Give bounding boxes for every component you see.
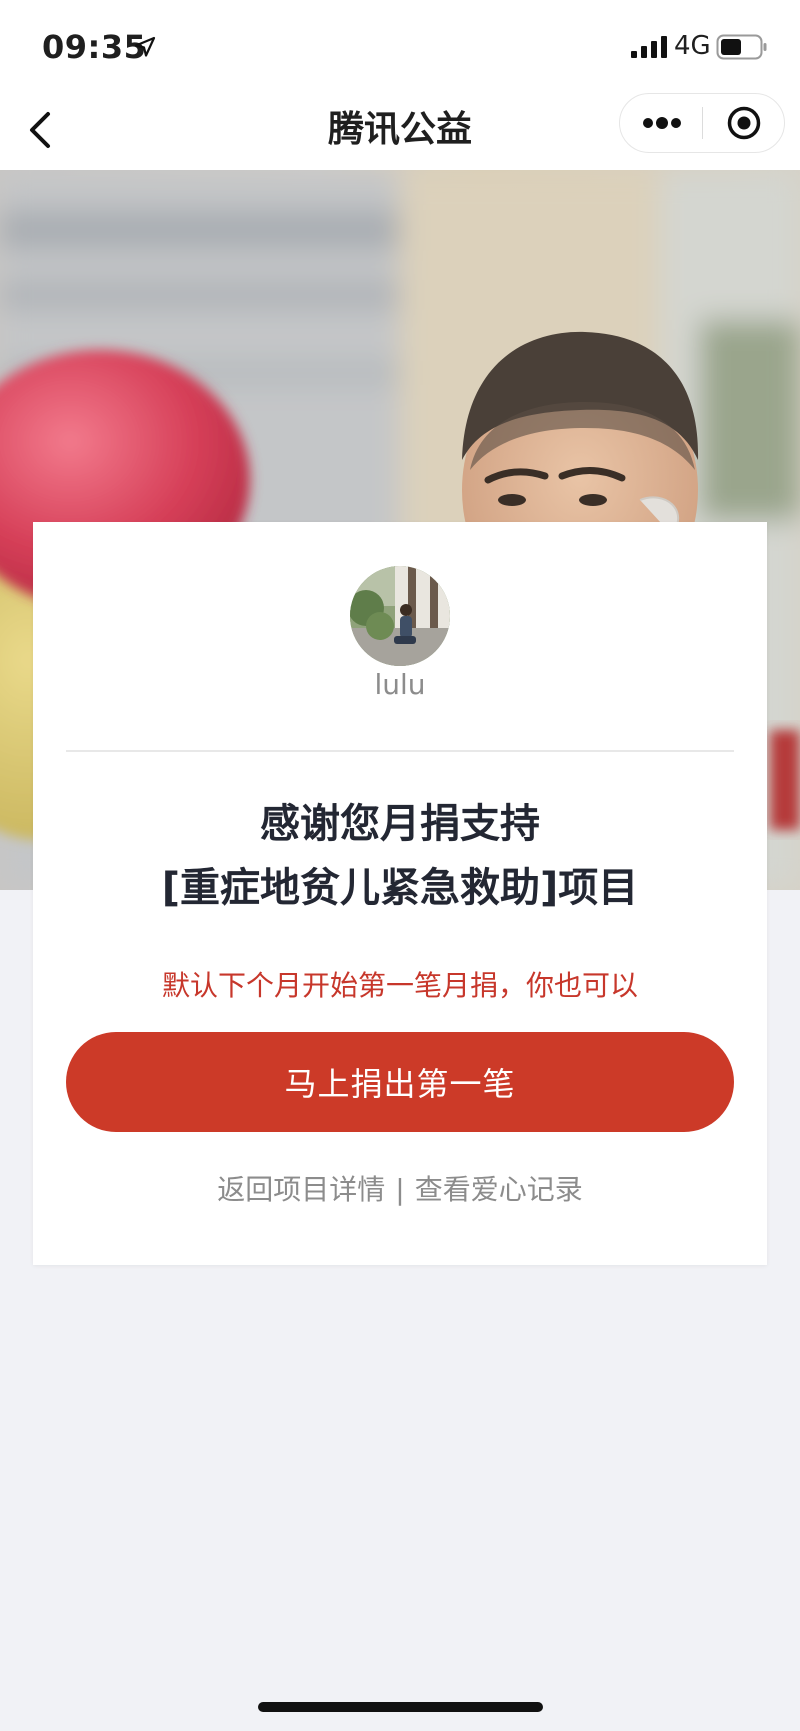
- back-button[interactable]: [14, 104, 66, 156]
- view-love-records-link[interactable]: 查看爱心记录: [415, 1173, 583, 1206]
- donate-first-button[interactable]: 马上捐出第一笔: [66, 1032, 734, 1132]
- thanks-heading-line-1: 感谢您月捐支持: [260, 801, 540, 847]
- home-indicator: [258, 1702, 543, 1712]
- close-target-icon: [727, 106, 761, 140]
- thanks-heading-line-2: [重症地贫儿紧急救助]项目: [161, 865, 639, 911]
- mini-program-capsule: [619, 93, 785, 153]
- avatar-photo: [350, 566, 450, 666]
- page-title: 腾讯公益: [327, 109, 472, 150]
- battery-icon: [716, 34, 767, 60]
- more-dots-icon: [642, 117, 681, 129]
- footer-links: 返回项目详情 | 查看爱心记录: [73, 1168, 727, 1208]
- thanks-heading: 感谢您月捐支持 [重症地贫儿紧急救助]项目: [73, 792, 727, 920]
- first-donation-notice: 默认下个月开始第一笔月捐，你也可以: [161, 969, 638, 1002]
- location-arrow-icon: [134, 36, 156, 57]
- close-button[interactable]: [703, 94, 785, 152]
- signal-bars-icon: [631, 36, 667, 58]
- status-bar: 09:35 4G: [0, 0, 800, 92]
- chevron-left-icon: [30, 112, 50, 148]
- username: lulu: [374, 668, 426, 701]
- network-type: 4G: [674, 31, 711, 61]
- card-divider: [66, 750, 734, 752]
- thanks-card: lulu 感谢您月捐支持 [重症地贫儿紧急救助]项目 默认下个月开始第一笔月捐，…: [33, 522, 767, 1265]
- status-time: 09:35: [42, 28, 147, 66]
- more-button[interactable]: [620, 94, 703, 152]
- avatar: [350, 566, 450, 666]
- link-separator: |: [395, 1173, 405, 1206]
- nav-bar: 腾讯公益: [0, 92, 800, 170]
- back-to-project-link[interactable]: 返回项目详情: [217, 1173, 385, 1206]
